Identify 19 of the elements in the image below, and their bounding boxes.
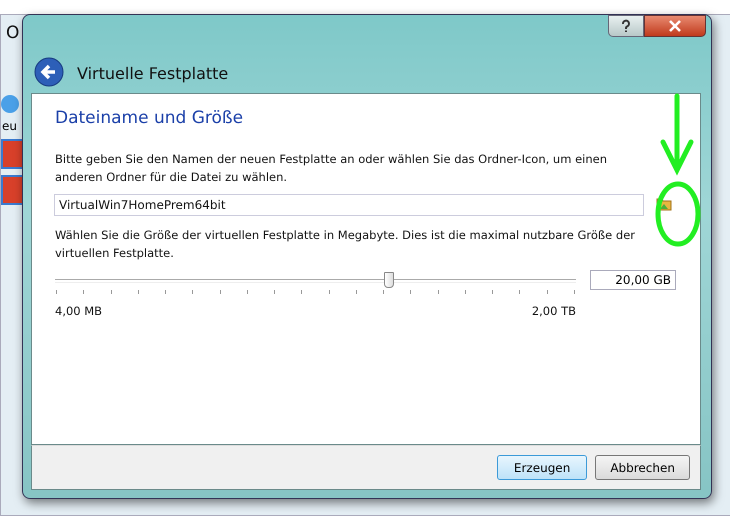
window-title: O [6,23,20,43]
close-button[interactable] [644,15,706,37]
slider-thumb[interactable] [384,272,394,288]
min-label: 4,00 MB [55,304,102,318]
close-icon [667,20,683,32]
dialog-button[interactable]: Abbrechen [595,455,690,480]
toolbar-label: eu [2,119,17,133]
instruction-text: Bitte geben Sie den Namen der neuen Festplatte an oder wählen Sie das Ordner-Icon, um einen anderen Ordner für die Datei zu wählen. [55,151,608,186]
help-button[interactable] [608,15,644,37]
file-name-field[interactable]: VirtualWin7HomePrem64bit [54,194,644,216]
instruction-text: Wählen Sie die Größe der virtuellen Festplatte in Megabyte. Dies ist die maximal nutzbare Größe der virtuellen Festplatte. [55,227,636,262]
help-icon [619,19,633,33]
size-slider[interactable] [55,272,576,288]
back-button[interactable] [33,57,65,89]
max-label: 2,00 TB [532,304,576,318]
size-field[interactable]: 20,00 GB [590,270,676,290]
dialog-button[interactable]: Erzeugen [496,455,588,480]
dialog-title: Virtuelle Festplatte [77,64,228,82]
page-heading: Dateiname und Größe [55,108,244,128]
